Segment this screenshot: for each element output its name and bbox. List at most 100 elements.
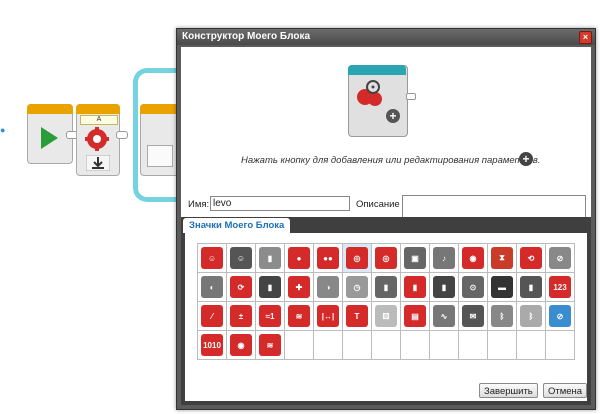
icon-cell[interactable]: ⚄: [372, 302, 401, 331]
icon-cell[interactable]: ✚: [285, 273, 314, 302]
dialog-titlebar[interactable]: Конструктор Моего Блока ×: [177, 29, 595, 45]
icon-cell[interactable]: ≈1: [256, 302, 285, 331]
sound-icon: ♪: [433, 247, 455, 269]
icon-cell[interactable]: ᛒ: [517, 302, 546, 331]
icon-cell[interactable]: ▮: [430, 273, 459, 302]
icon-cell[interactable]: ☺: [198, 244, 227, 273]
my-block-preview: +: [348, 65, 416, 137]
port-label[interactable]: A: [80, 115, 118, 125]
brick-buttons-icon: ◉: [462, 247, 484, 269]
icon-cell[interactable]: ≋: [256, 331, 285, 360]
color-sensor-icon: ▮: [404, 276, 426, 298]
suitcase-icon: ▬: [491, 276, 513, 298]
steering-icon: ◎: [346, 247, 368, 269]
icon-cell[interactable]: ◎: [372, 244, 401, 273]
no-wireless-icon: ⊘: [549, 305, 571, 327]
round-icon: ≈1: [259, 305, 281, 327]
rotation-icon: ⟳: [230, 276, 252, 298]
file-icon: ▤: [404, 305, 426, 327]
icon-cell[interactable]: ▤: [401, 302, 430, 331]
icon-cell[interactable]: ◐: [198, 273, 227, 302]
add-parameter-icon[interactable]: +: [386, 109, 400, 123]
icon-cell[interactable]: ☺: [227, 244, 256, 273]
icon-cell[interactable]: ◷: [343, 273, 372, 302]
icon-cell[interactable]: 123: [546, 273, 575, 302]
messaging-icon: ✉: [462, 305, 484, 327]
dialog-title: Конструктор Моего Блока: [182, 31, 311, 42]
icon-cell[interactable]: ⧗: [488, 244, 517, 273]
icon-cell[interactable]: |↔|: [314, 302, 343, 331]
add-parameter-button[interactable]: +: [519, 152, 533, 166]
gear-icon: [85, 127, 109, 151]
datalog-icon: ∿: [433, 305, 455, 327]
icon-cell[interactable]: ◉: [227, 331, 256, 360]
bluetooth-icon: ᛒ: [491, 305, 513, 327]
icon-cell[interactable]: ⊙: [459, 273, 488, 302]
icon-cell[interactable]: ⟲: [517, 244, 546, 273]
icon-cell[interactable]: ᛒ: [488, 302, 517, 331]
icon-cell-empty: [546, 331, 575, 360]
add-parameter-hint: Нажать кнопку для добавления или редакти…: [241, 155, 541, 166]
icon-cell[interactable]: ♪: [430, 244, 459, 273]
timer-icon: ◷: [346, 276, 368, 298]
icon-cell[interactable]: ⊘: [546, 302, 575, 331]
icon-cell[interactable]: ⊘: [546, 244, 575, 273]
icon-cell[interactable]: 1010: [198, 331, 227, 360]
icon-cell[interactable]: ▮: [372, 273, 401, 302]
icon-cell[interactable]: ◎: [343, 244, 372, 273]
icon-cell[interactable]: T: [343, 302, 372, 331]
math-slash-icon: ⁄: [201, 305, 223, 327]
hourglass-icon: ⧗: [491, 247, 513, 269]
cancel-button[interactable]: Отмена: [543, 383, 588, 398]
icon-cell[interactable]: ◉: [459, 244, 488, 273]
icon-cell-empty: [488, 331, 517, 360]
my-block-strip: [76, 104, 120, 114]
loop-mode-slot[interactable]: [147, 145, 173, 167]
steering-icon: [357, 80, 382, 106]
tank-icon: ◎: [375, 247, 397, 269]
icon-cell[interactable]: ▮: [256, 273, 285, 302]
icon-cell[interactable]: ⁄: [198, 302, 227, 331]
tab-my-block-icons[interactable]: Значки Моего Блока: [183, 218, 291, 233]
icon-cell[interactable]: ◑: [314, 273, 343, 302]
icon-cell[interactable]: ▮: [256, 244, 285, 273]
icon-cell-empty: [401, 331, 430, 360]
icon-cell-empty: [343, 331, 372, 360]
name-input[interactable]: [210, 196, 350, 211]
my-block-levo[interactable]: A: [76, 104, 120, 176]
random-swirl-icon: ≋: [259, 334, 281, 356]
text-icon: T: [346, 305, 368, 327]
icon-cell[interactable]: ●●: [314, 244, 343, 273]
icon-cell-empty: [430, 331, 459, 360]
motor-pair-icon: ●●: [317, 247, 339, 269]
icon-cell[interactable]: ≋: [285, 302, 314, 331]
icon-cell[interactable]: ▬: [488, 273, 517, 302]
brick-icon: ▮: [259, 247, 281, 269]
display-icon: ▣: [404, 247, 426, 269]
math-ops-icon: ±: [230, 305, 252, 327]
range-icon: |↔|: [317, 305, 339, 327]
icon-cell[interactable]: ▣: [401, 244, 430, 273]
icon-cell[interactable]: ●: [285, 244, 314, 273]
icon-cell-empty: [459, 331, 488, 360]
finish-button[interactable]: Завершить: [479, 383, 538, 398]
icon-cell[interactable]: ✉: [459, 302, 488, 331]
infrared-icon: ▮: [433, 276, 455, 298]
icon-cell[interactable]: ▮: [517, 273, 546, 302]
motor-rotation-icon: ◑: [317, 276, 339, 298]
close-button[interactable]: ×: [579, 31, 592, 44]
start-block-strip: [27, 104, 73, 114]
large-motor-icon: ●: [288, 247, 310, 269]
sensor-off-icon: ⊘: [549, 247, 571, 269]
icon-cell[interactable]: ▮: [401, 273, 430, 302]
icon-cell[interactable]: ±: [227, 302, 256, 331]
random-icon: ≋: [288, 305, 310, 327]
icon-cell-empty: [517, 331, 546, 360]
icon-cell[interactable]: ∿: [430, 302, 459, 331]
numbers-icon: 123: [549, 276, 571, 298]
icon-cell-empty: [285, 331, 314, 360]
my-block-builder-dialog: Конструктор Моего Блока × + Нажать кнопк…: [176, 28, 596, 410]
icon-cell[interactable]: ⟳: [227, 273, 256, 302]
brain-icon: ☺: [201, 247, 223, 269]
icon-cell-empty: [372, 331, 401, 360]
